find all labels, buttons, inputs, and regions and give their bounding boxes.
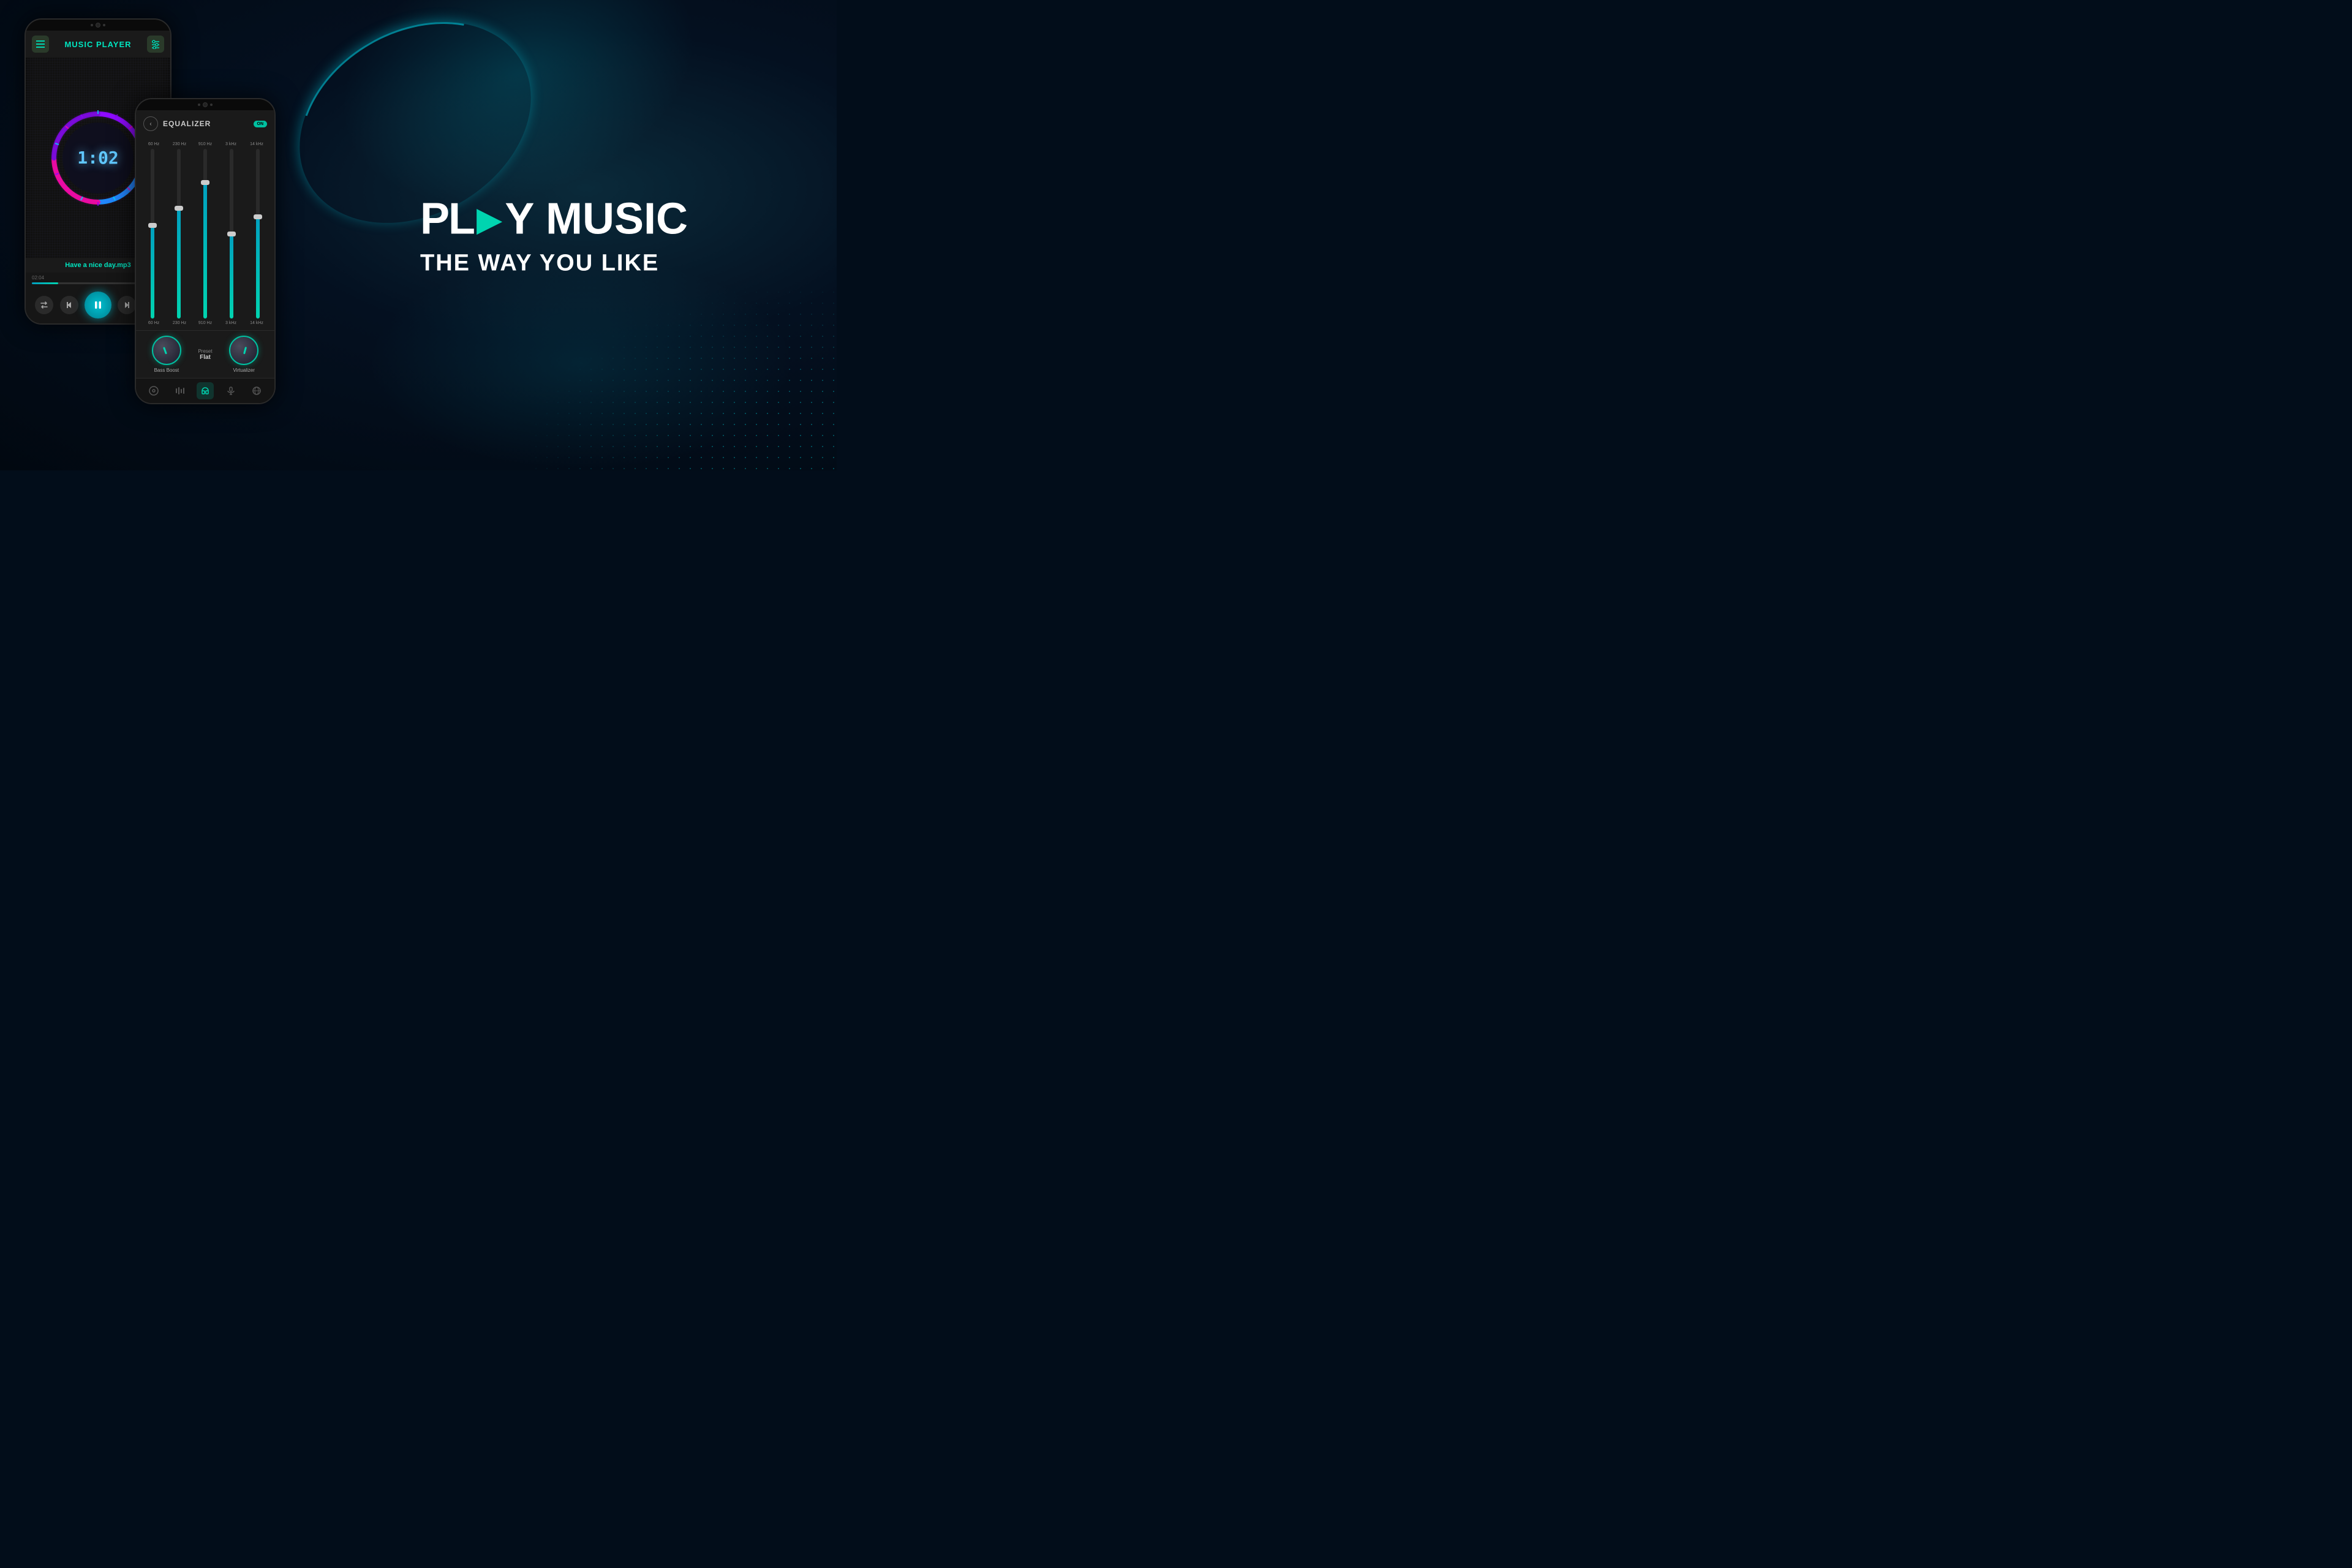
bass-boost-knob-container: Bass Boost xyxy=(152,336,181,373)
slider-track-910hz xyxy=(203,149,207,318)
sensor-dot-r1 xyxy=(198,104,200,106)
headline-section: PL ▶ Y MUSIC THE WAY YOU LIKE xyxy=(420,194,818,277)
preset-box: Preset Flat xyxy=(198,349,212,361)
bass-boost-label: Bass Boost xyxy=(154,368,179,373)
visualizer-ring: 1:02 xyxy=(49,109,147,207)
freq-label-3khz-bot: 3 kHz xyxy=(222,321,240,325)
camera-lens-right xyxy=(203,102,208,107)
title-play-text: PL xyxy=(420,194,474,244)
time-text: 1:02 xyxy=(77,148,118,168)
eq-header: ‹ EQUALIZER ON xyxy=(136,110,274,137)
menu-line-1 xyxy=(36,40,45,42)
freq-label-910hz-top: 910 Hz xyxy=(196,142,214,146)
repeat-button[interactable] xyxy=(35,296,53,314)
sensor-dot-2 xyxy=(103,24,105,26)
freq-label-3khz-top: 3 kHz xyxy=(222,142,240,146)
nav-headphone[interactable] xyxy=(197,382,214,399)
next-icon xyxy=(123,301,131,309)
slider-track-3khz xyxy=(230,149,233,318)
preset-value: Flat xyxy=(200,354,211,361)
back-button[interactable]: ‹ xyxy=(143,116,158,131)
headphone-active-icon xyxy=(200,386,210,396)
app-header: MUSIC PLAYER xyxy=(26,31,170,58)
slider-fill-230hz xyxy=(177,208,181,318)
eq-title: EQUALIZER xyxy=(163,119,249,128)
freq-label-230hz-top: 230 Hz xyxy=(170,142,189,146)
eq-toggle[interactable]: ON xyxy=(254,121,268,127)
slider-thumb-60hz xyxy=(148,223,157,228)
slider-track-230hz xyxy=(177,149,181,318)
nav-globe[interactable] xyxy=(248,382,265,399)
time-current: 02:04 xyxy=(32,275,44,281)
subtitle-text: THE WAY YOU LIKE xyxy=(420,251,818,277)
menu-button[interactable] xyxy=(32,36,49,53)
play-pause-button[interactable] xyxy=(85,292,111,318)
camera-lens xyxy=(96,23,100,28)
eq-band-14khz[interactable] xyxy=(246,149,270,318)
virtualizer-label: Virtualizer xyxy=(233,368,254,373)
freq-label-14khz-bot: 14 kHz xyxy=(247,321,266,325)
play-arrow-icon: ▶ xyxy=(477,200,502,239)
freq-label-230hz-bot: 230 Hz xyxy=(170,321,189,325)
freq-labels-bottom: 60 Hz 230 Hz 910 Hz 3 kHz 14 kHz xyxy=(141,321,270,325)
bottom-navigation xyxy=(136,378,274,403)
bass-boost-knob[interactable] xyxy=(152,336,181,365)
main-title: PL ▶ Y MUSIC xyxy=(420,194,818,244)
slider-fill-3khz xyxy=(230,234,233,319)
freq-label-14khz-top: 14 kHz xyxy=(247,142,266,146)
freq-label-910hz-bot: 910 Hz xyxy=(196,321,214,325)
menu-line-3 xyxy=(36,47,45,48)
slider-track-60hz xyxy=(151,149,154,318)
globe-icon xyxy=(252,386,262,396)
title-y-music: Y MUSIC xyxy=(505,194,688,244)
phone-top-bar xyxy=(26,20,170,31)
sliders-row xyxy=(141,149,270,318)
eq-band-910hz[interactable] xyxy=(194,149,217,318)
previous-button[interactable] xyxy=(60,296,78,314)
slider-fill-910hz xyxy=(203,183,207,318)
eq-nav-icon xyxy=(175,386,184,396)
eq-sliders-area: 60 Hz 230 Hz 910 Hz 3 kHz 14 kHz xyxy=(136,137,274,330)
virtualizer-knob-container: Virtualizer xyxy=(229,336,258,373)
slider-track-14khz xyxy=(256,149,260,318)
progress-fill xyxy=(32,282,58,284)
sensor-dot-r2 xyxy=(210,104,213,106)
eq-band-3khz[interactable] xyxy=(219,149,243,318)
phone-right-top-bar xyxy=(136,99,274,110)
freq-label-60hz-bot: 60 Hz xyxy=(145,321,163,325)
pause-icon xyxy=(92,300,104,311)
freq-labels-top: 60 Hz 230 Hz 910 Hz 3 kHz 14 kHz xyxy=(141,142,270,146)
main-content: MUSIC PLAYER xyxy=(0,0,837,470)
next-button[interactable] xyxy=(118,296,136,314)
nav-disc[interactable] xyxy=(145,382,162,399)
slider-fill-60hz xyxy=(151,225,154,318)
nav-eq[interactable] xyxy=(171,382,188,399)
freq-label-60hz-top: 60 Hz xyxy=(145,142,163,146)
mic-icon xyxy=(226,386,236,396)
prev-icon xyxy=(65,301,74,309)
sensor-dot xyxy=(91,24,93,26)
sliders-icon xyxy=(151,39,160,49)
app-title: MUSIC PLAYER xyxy=(64,40,131,49)
menu-line-2 xyxy=(36,43,45,45)
knobs-section: Bass Boost Preset Flat Virtualizer xyxy=(136,330,274,378)
slider-thumb-14khz xyxy=(254,214,262,219)
virtualizer-knob[interactable] xyxy=(229,336,258,365)
slider-fill-14khz xyxy=(256,217,260,318)
time-display: 1:02 xyxy=(49,109,147,207)
bass-boost-indicator xyxy=(163,347,167,354)
eq-band-60hz[interactable] xyxy=(141,149,165,318)
equalizer-button[interactable] xyxy=(147,36,164,53)
slider-thumb-230hz xyxy=(175,206,183,211)
slider-thumb-910hz xyxy=(201,180,209,185)
slider-thumb-3khz xyxy=(227,232,236,236)
repeat-icon xyxy=(40,301,48,309)
nav-mic[interactable] xyxy=(222,382,239,399)
disc-icon xyxy=(149,386,159,396)
preset-label: Preset xyxy=(198,349,212,354)
eq-band-230hz[interactable] xyxy=(167,149,191,318)
virtualizer-indicator xyxy=(243,347,247,354)
phone-equalizer: ‹ EQUALIZER ON 60 Hz 230 Hz 910 Hz 3 kHz… xyxy=(135,98,276,404)
